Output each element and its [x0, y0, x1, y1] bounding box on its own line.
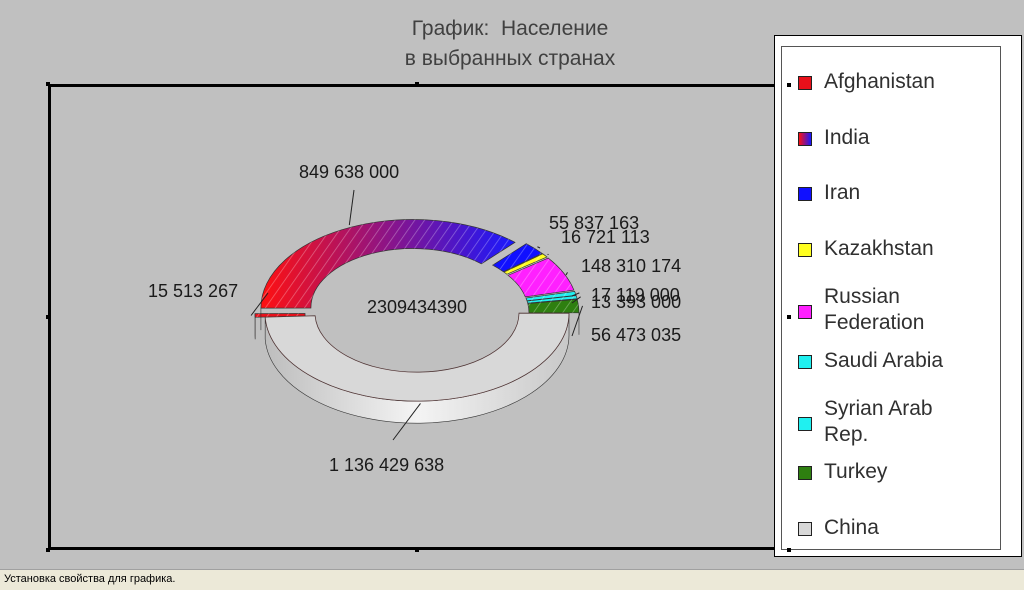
leader-line-iran [537, 247, 540, 248]
slice-china[interactable] [265, 313, 569, 423]
legend-label: Kazakhstan [824, 236, 934, 262]
data-label-syrian-arab-rep: 13 393 000 [591, 292, 681, 312]
legend-label: India [824, 125, 870, 151]
legend-label: Russian Federation [824, 284, 924, 336]
swatch-cyan-icon [798, 355, 812, 369]
legend-label: Saudi Arabia [824, 348, 943, 374]
data-label-russian-federation: 148 310 174 [581, 256, 681, 276]
legend-handle-top[interactable] [787, 83, 791, 87]
legend-frame: Afghanistan India Iran Kazakhstan Russian Fe… [781, 46, 1001, 550]
swatch-magenta-icon [798, 305, 812, 319]
swatch-yellow-icon [798, 243, 812, 257]
data-label-india: 849 638 000 [299, 162, 399, 182]
swatch-red-icon [798, 76, 812, 90]
data-label-kazakhstan: 16 721 113 [561, 227, 650, 247]
swatch-gray-icon [798, 522, 812, 536]
swatch-cyan-icon [798, 417, 812, 431]
center-total-label: 2309434390 [367, 297, 467, 317]
legend-label: Iran [824, 180, 860, 206]
swatch-green-icon [798, 466, 812, 480]
legend-handle-bottom[interactable] [787, 548, 791, 552]
legend-label: Syrian Arab Rep. [824, 396, 933, 448]
swatch-red-blue-gradient-icon [798, 132, 812, 146]
data-label-afghanistan: 15 513 267 [148, 281, 238, 301]
legend-handle-mid[interactable] [787, 315, 791, 319]
data-label-china: 1 136 429 638 [329, 455, 444, 475]
status-bar: Установка свойства для графика. [0, 569, 1024, 590]
legend-label: Afghanistan [824, 69, 935, 95]
legend[interactable]: Afghanistan India Iran Kazakhstan Russian Fe… [774, 35, 1022, 557]
leader-line-india [349, 190, 354, 225]
legend-label: Turkey [824, 459, 887, 485]
swatch-blue-icon [798, 187, 812, 201]
legend-label: China [824, 515, 879, 541]
leader-line-russian-federation [566, 272, 567, 275]
slice-hatch-india [261, 220, 515, 309]
status-text: Установка свойства для графика. [4, 573, 175, 585]
data-label-turkey: 56 473 035 [591, 325, 681, 345]
